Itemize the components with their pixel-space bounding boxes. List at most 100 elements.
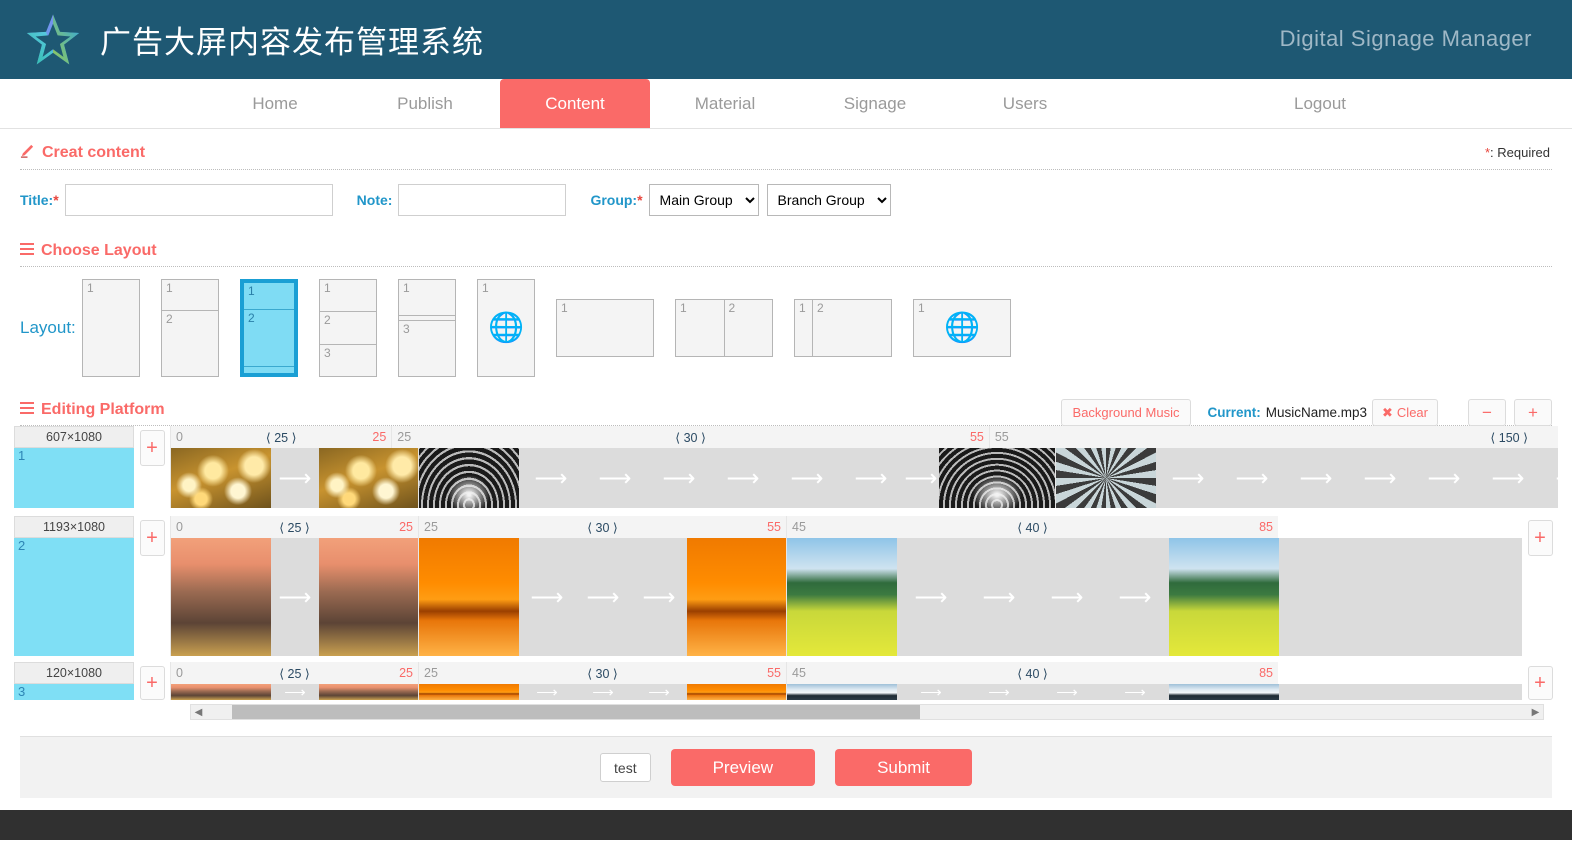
scroll-left-icon[interactable]: ◀: [191, 707, 206, 718]
layout-option-h-web[interactable]: 1 🌐: [913, 299, 1011, 357]
media-thumbnail[interactable]: [1169, 684, 1279, 700]
transition-arrow-icon: ⟶: [1056, 684, 1078, 700]
add-media-button[interactable]: +: [139, 430, 165, 466]
zoom-in-button[interactable]: +: [1514, 399, 1552, 426]
media-thumbnail[interactable]: [787, 538, 897, 656]
segment-header[interactable]: 0 ⟨ 25 ⟩ 25: [170, 426, 392, 448]
zoom-out-button[interactable]: −: [1468, 399, 1506, 426]
segment-end: 25: [399, 666, 413, 680]
transition-arrow-icon: ⟶: [536, 684, 558, 700]
media-thumbnail[interactable]: [687, 538, 787, 656]
media-thumbnail[interactable]: [319, 684, 419, 700]
transition-arrow-icon: ⟶: [1363, 464, 1397, 491]
media-thumbnail[interactable]: [787, 684, 897, 700]
row-preview-box[interactable]: 3: [14, 684, 134, 700]
segment-duration[interactable]: ⟨ 40 ⟩: [787, 666, 1278, 681]
layout-option-h2[interactable]: 1 2: [675, 299, 773, 357]
layout-option-h1[interactable]: 1: [556, 299, 654, 357]
segment-duration[interactable]: ⟨ 25 ⟩: [171, 666, 418, 681]
segment-start: 25: [397, 430, 412, 444]
layout-cell: 1: [87, 281, 94, 295]
append-media-button[interactable]: +: [1527, 520, 1553, 556]
media-thumbnail[interactable]: [939, 448, 1055, 508]
layout-cell: 1: [166, 281, 173, 295]
media-thumbnail[interactable]: [319, 448, 419, 508]
media-thumbnail[interactable]: [687, 684, 787, 700]
tab-content[interactable]: Content: [500, 79, 650, 128]
segment-header[interactable]: 25 ⟨ 30 ⟩ 55: [418, 662, 786, 684]
tab-signage[interactable]: Signage: [800, 79, 950, 128]
layout-option-v3b[interactable]: 1 3: [398, 279, 456, 377]
layout-cell: 1: [248, 284, 255, 298]
scroll-right-icon[interactable]: ▶: [1528, 707, 1543, 718]
segment-duration[interactable]: ⟨ 25 ⟩: [171, 430, 391, 445]
clear-music-button[interactable]: ✖ Clear: [1372, 399, 1438, 426]
tab-home[interactable]: Home: [200, 79, 350, 128]
transition-arrow-icon: ⟶: [854, 464, 888, 491]
segment-duration[interactable]: ⟨ 30 ⟩: [419, 520, 786, 535]
transition-arrow-icon: ⟶: [1235, 464, 1269, 491]
layout-option-v-web[interactable]: 1 🌐: [477, 279, 535, 377]
tab-material[interactable]: Material: [650, 79, 800, 128]
transition-arrow-icon: ⟶: [1050, 583, 1084, 610]
row-preview-box[interactable]: 2: [14, 538, 134, 656]
add-media-button[interactable]: +: [139, 666, 165, 700]
media-thumbnail[interactable]: [171, 684, 271, 700]
tab-logout[interactable]: Logout: [1245, 79, 1395, 128]
segment-header[interactable]: 55 ⟨ 150 ⟩: [988, 426, 1558, 448]
media-thumbnail[interactable]: [171, 538, 271, 656]
media-thumbnail[interactable]: [319, 538, 419, 656]
segment-header[interactable]: 25 ⟨ 30 ⟩ 55: [391, 426, 989, 448]
media-thumbnail[interactable]: [1169, 538, 1279, 656]
test-button[interactable]: test: [600, 753, 651, 782]
media-thumbnail[interactable]: [1056, 448, 1156, 508]
list-icon: [20, 242, 34, 260]
segment-duration[interactable]: ⟨ 40 ⟩: [787, 520, 1278, 535]
layout-option-v2-selected[interactable]: 1 2: [240, 279, 298, 377]
media-thumbnail[interactable]: [171, 448, 271, 508]
timeline-row: 120×1080 3 + 0 ⟨ 25 ⟩ 25 25 ⟨ 30 ⟩ 55 45…: [14, 662, 1558, 700]
list-icon: [20, 401, 34, 419]
row-preview-box[interactable]: 1: [14, 448, 134, 508]
segment-header[interactable]: 0 ⟨ 25 ⟩ 25: [170, 662, 418, 684]
segment-header[interactable]: 0 ⟨ 25 ⟩ 25: [170, 516, 418, 538]
background-music-button[interactable]: Background Music: [1060, 399, 1192, 426]
tab-publish[interactable]: Publish: [350, 79, 500, 128]
branch-group-select[interactable]: Branch Group: [766, 184, 891, 216]
media-thumbnail[interactable]: [419, 448, 519, 508]
segment-header[interactable]: 45 ⟨ 40 ⟩ 85: [786, 516, 1278, 538]
add-media-button[interactable]: +: [139, 520, 165, 556]
submit-button[interactable]: Submit: [835, 749, 972, 786]
layout-cell: 1 🌐: [478, 280, 534, 376]
row-preview-column: 120×1080 3: [14, 662, 134, 700]
row-trailing-add-column: +: [1522, 516, 1558, 556]
pencil-icon: [20, 143, 35, 163]
layout-option-v3[interactable]: 1 2 3: [319, 279, 377, 377]
scrollbar-track[interactable]: [206, 705, 1528, 719]
segment-duration[interactable]: ⟨ 150 ⟩: [990, 430, 1558, 445]
segment-duration[interactable]: ⟨ 30 ⟩: [419, 666, 786, 681]
scrollbar-thumb[interactable]: [232, 705, 920, 719]
layout-option-v1[interactable]: 1: [82, 279, 140, 377]
layout-label: Layout:: [20, 318, 76, 337]
segment-duration[interactable]: ⟨ 30 ⟩: [392, 430, 989, 445]
segment-header[interactable]: 25 ⟨ 30 ⟩ 55: [418, 516, 786, 538]
media-thumbnail[interactable]: [419, 684, 519, 700]
row-size-label: 1193×1080: [14, 516, 134, 538]
append-media-button[interactable]: +: [1527, 666, 1553, 700]
tab-users[interactable]: Users: [950, 79, 1100, 128]
main-group-select[interactable]: Main Group: [648, 184, 759, 216]
timeline-horizontal-scrollbar[interactable]: ◀ ▶: [190, 704, 1544, 720]
segment-body: ⟶: [170, 448, 419, 508]
layout-cell: 2: [162, 309, 218, 376]
segment-header[interactable]: 45 ⟨ 40 ⟩ 85: [786, 662, 1278, 684]
note-input[interactable]: [398, 184, 567, 216]
layout-option-h2b[interactable]: 1 2: [794, 299, 892, 357]
segment-start: 0: [176, 666, 183, 680]
editing-platform-label: Editing Platform: [41, 401, 165, 418]
layout-option-v2[interactable]: 1 2: [161, 279, 219, 377]
media-thumbnail[interactable]: [419, 538, 519, 656]
preview-button[interactable]: Preview: [670, 749, 816, 786]
title-input[interactable]: [64, 184, 333, 216]
segment-duration[interactable]: ⟨ 25 ⟩: [171, 520, 418, 535]
